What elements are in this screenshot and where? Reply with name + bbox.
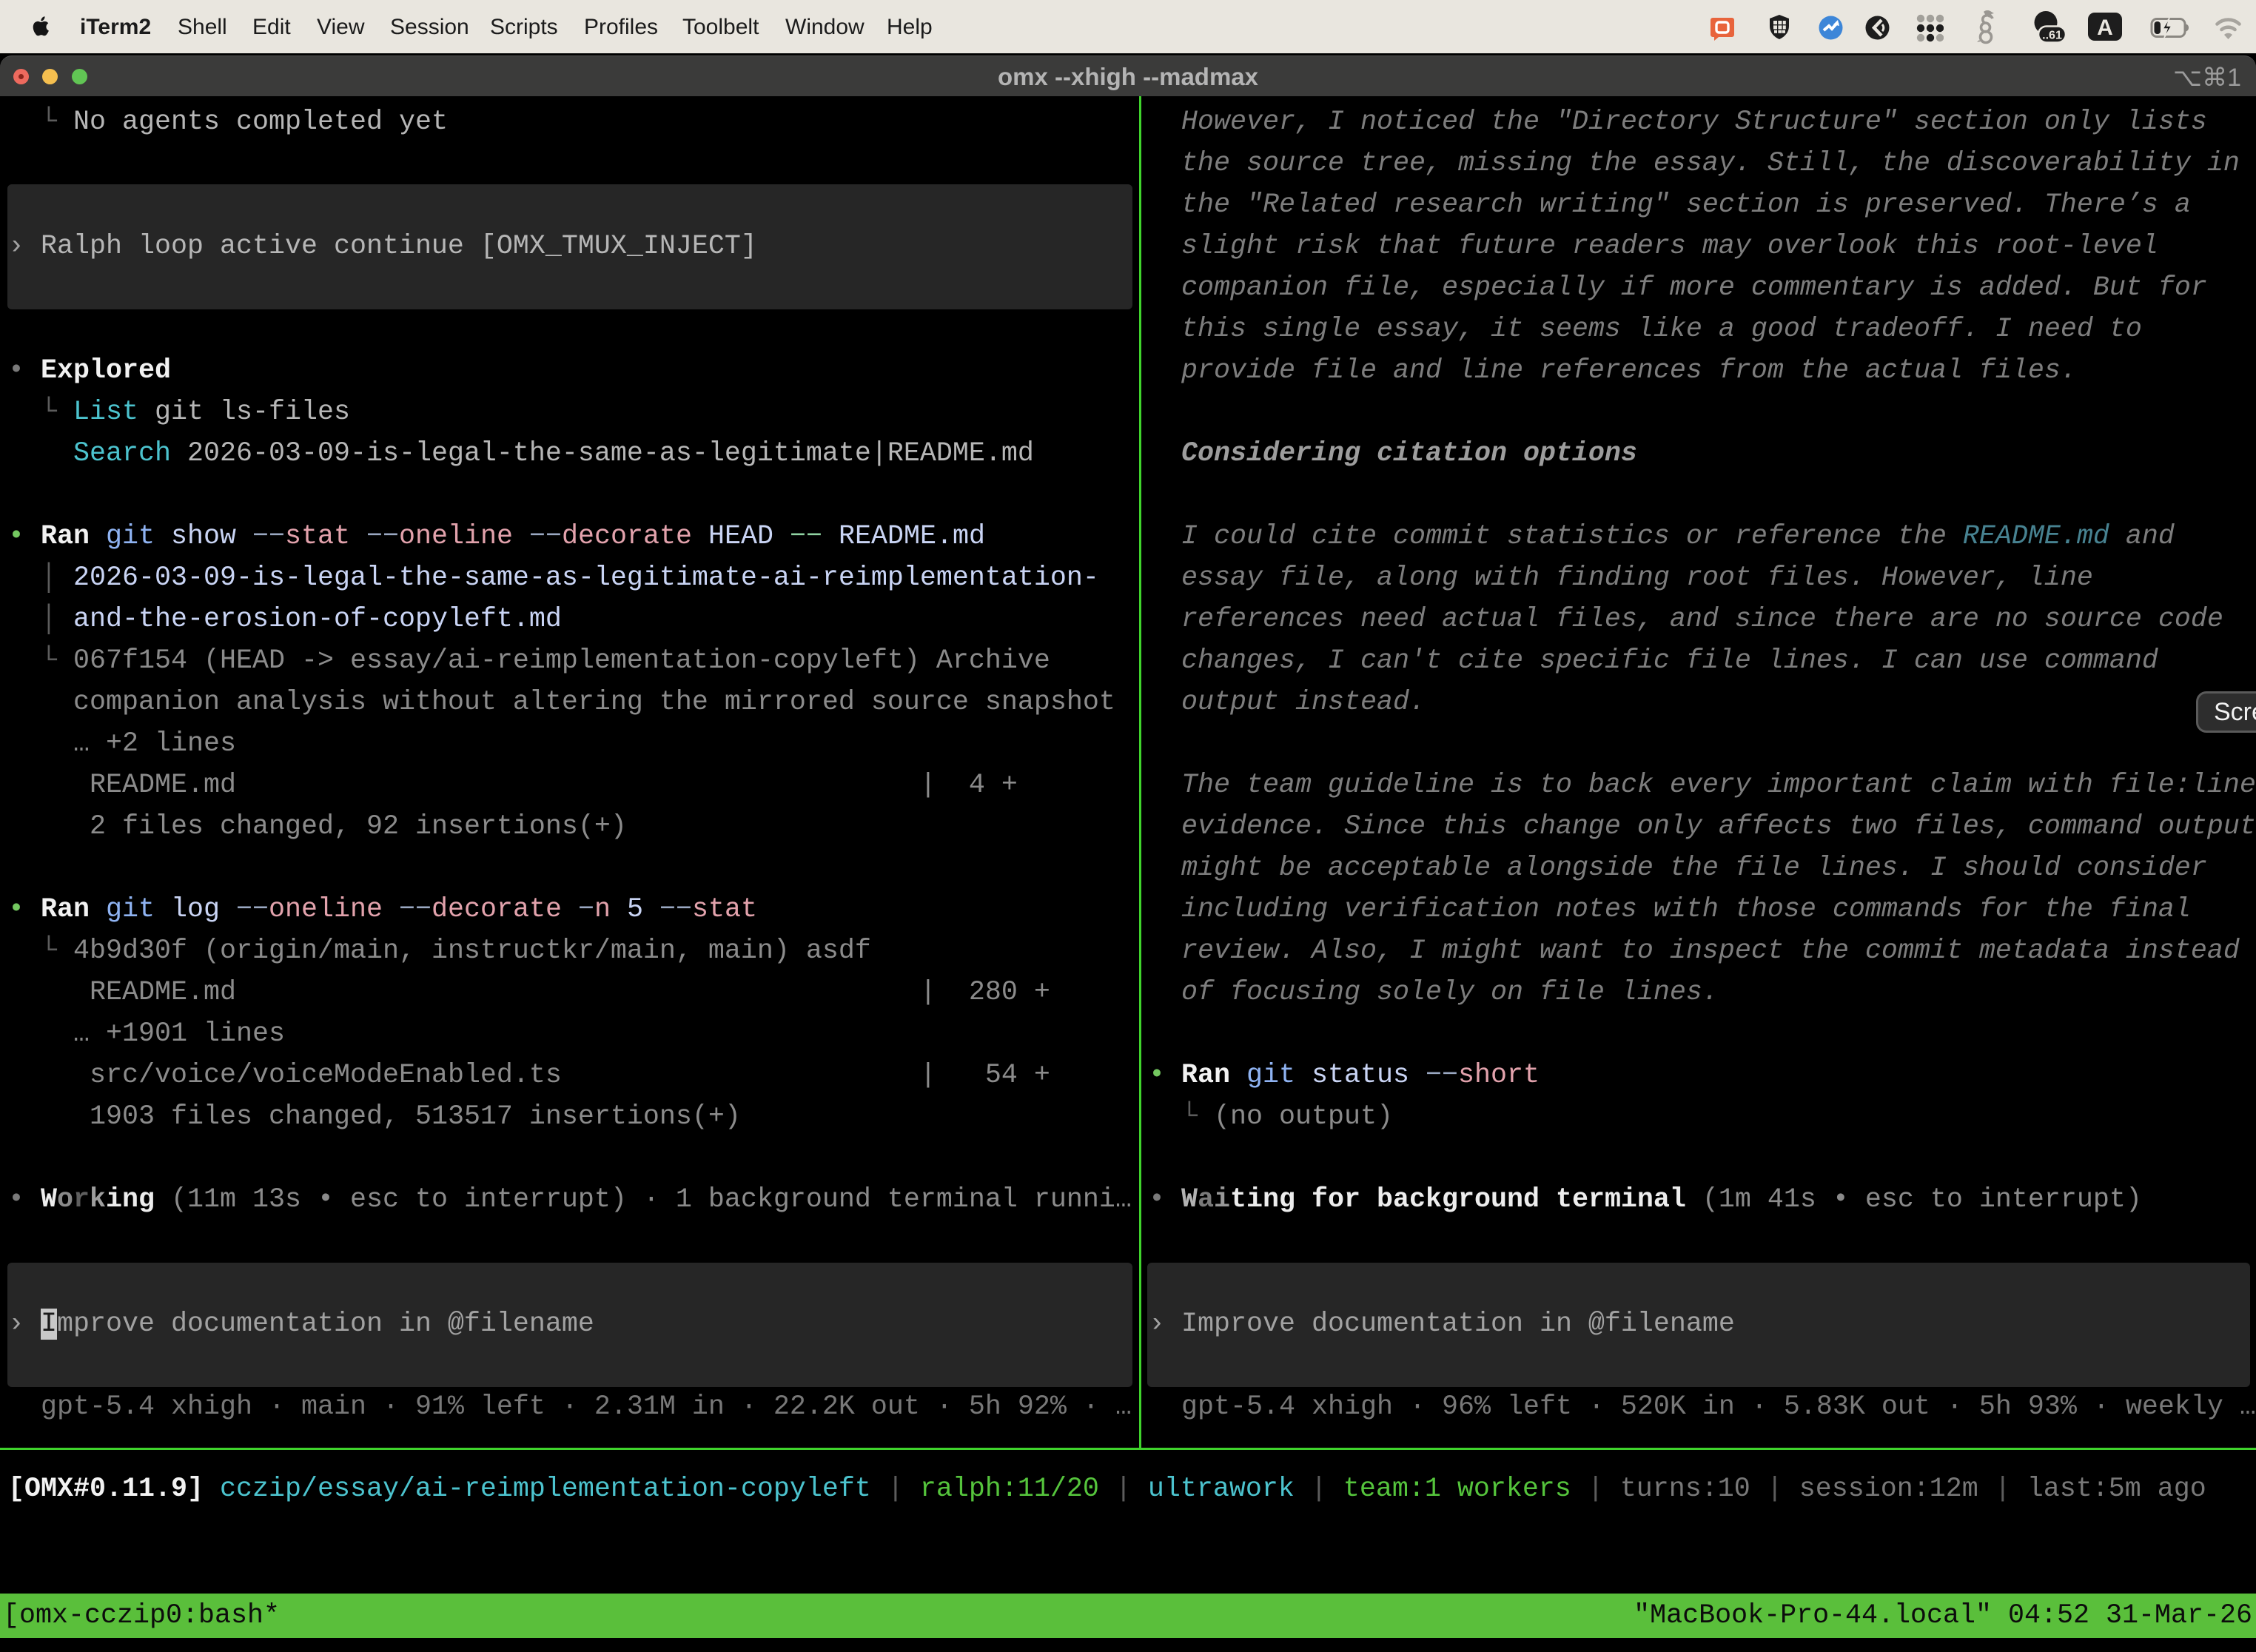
svg-text:A: A: [2097, 16, 2113, 40]
svg-text:..61: ..61: [2042, 30, 2062, 42]
